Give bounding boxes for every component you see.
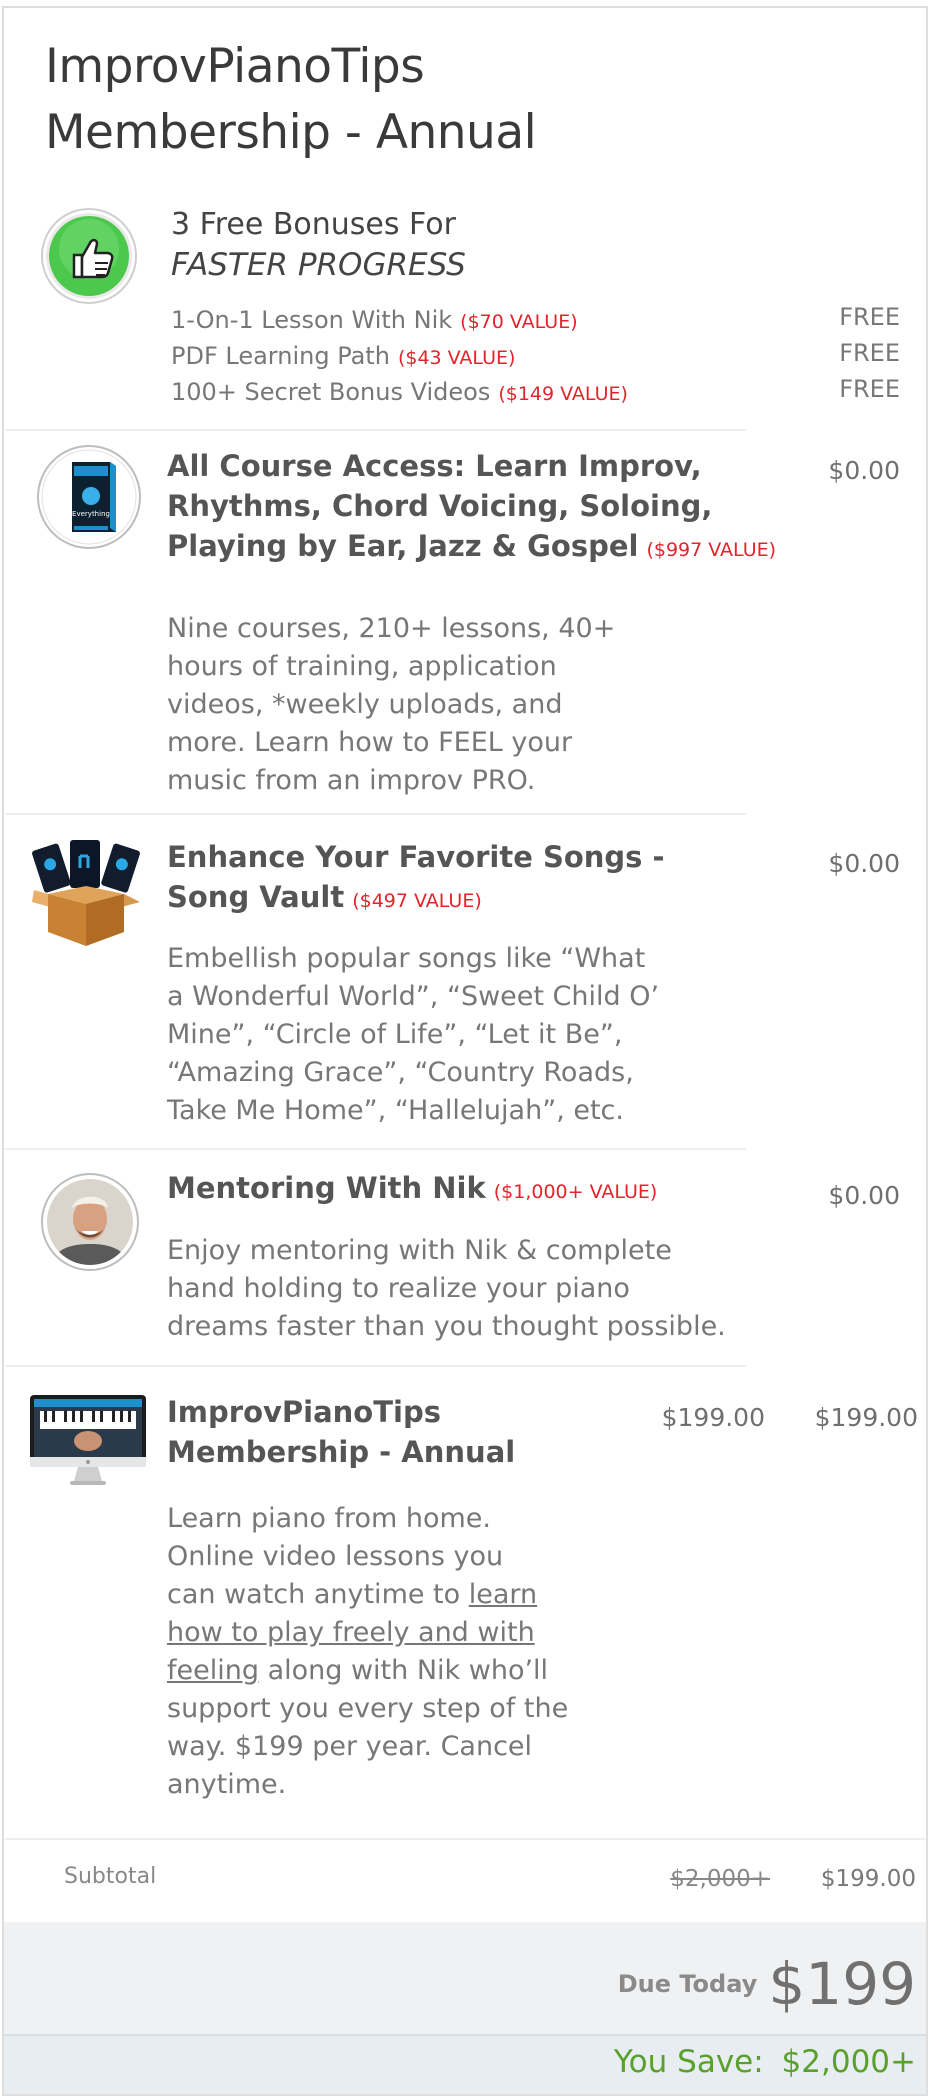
- desc-line: a Wonderful World”, “Sweet Child O’: [167, 981, 660, 1012]
- item-title: All Course Access: Learn Improv, Rhythms…: [167, 446, 776, 570]
- item-title-line: Membership - Annual: [167, 1435, 516, 1469]
- item-value: ($997 VALUE): [646, 539, 777, 561]
- desc-line: more. Learn how to FEEL your: [167, 727, 573, 758]
- item-description: Enjoy mentoring with Nik & complete hand…: [167, 1232, 726, 1346]
- due-today-label: Due Today: [617, 1970, 758, 1998]
- course-box-icon: Everything: [36, 444, 142, 550]
- desc-line: feeling along with Nik who’ll: [167, 1652, 568, 1690]
- desc-text: can watch anytime to: [167, 1579, 469, 1610]
- bonus-item: 1-On-1 Lesson With Nik ($70 VALUE): [171, 303, 578, 339]
- due-today: Due Today $199: [600, 1950, 916, 2018]
- item-price: $0.00: [828, 1181, 900, 1210]
- bonus-item-price: FREE: [839, 339, 900, 367]
- desc-line: Enjoy mentoring with Nik & complete: [167, 1235, 672, 1266]
- desc-line: Online video lessons you: [167, 1541, 504, 1572]
- desc-line: support you every step of the: [167, 1693, 569, 1724]
- item-title: Mentoring With Nik ($1,000+ VALUE): [167, 1168, 657, 1212]
- item-title: ImprovPianoTips Membership - Annual: [167, 1392, 515, 1472]
- bonus-item-label: PDF Learning Path: [171, 342, 390, 370]
- song-vault-box-icon: [30, 838, 142, 950]
- desc-line: Take Me Home”, “Hallelujah”, etc.: [167, 1095, 624, 1126]
- item-value: ($497 VALUE): [352, 890, 482, 912]
- bonus-item-label: 1-On-1 Lesson With Nik: [171, 306, 453, 334]
- desc-line: “Amazing Grace”, “Country Roads,: [167, 1057, 634, 1088]
- desc-line: way. $199 per year. Cancel: [167, 1731, 533, 1762]
- desc-line: hand holding to realize your piano: [167, 1273, 630, 1304]
- desc-line: Nine courses, 210+ lessons, 40+: [167, 613, 616, 644]
- item-title-line: All Course Access: Learn Improv,: [167, 449, 702, 483]
- divider: [5, 813, 746, 815]
- bonus-item-label: 100+ Secret Bonus Videos: [171, 378, 491, 406]
- you-save-amount: $2,000+: [781, 2044, 916, 2080]
- item-description: Embellish popular songs like “What a Won…: [167, 940, 659, 1130]
- mentor-avatar-icon: [40, 1172, 140, 1272]
- thumbs-up-icon: [40, 207, 138, 305]
- bonus-item: 100+ Secret Bonus Videos ($149 VALUE): [171, 375, 628, 411]
- desc-line: hours of training, application: [167, 651, 557, 682]
- item-value: ($1,000+ VALUE): [493, 1181, 658, 1203]
- item-title-line: ImprovPianoTips: [167, 1395, 441, 1429]
- desc-line: dreams faster than you thought possible.: [167, 1311, 726, 1342]
- bonus-item: PDF Learning Path ($43 VALUE): [171, 339, 515, 375]
- title-line-2: Membership - Annual: [45, 105, 537, 160]
- page-title: ImprovPianoTips Membership - Annual: [45, 34, 537, 166]
- item-price: $0.00: [828, 849, 900, 878]
- bonus-item-value: ($43 VALUE): [397, 347, 516, 369]
- desc-line: Learn piano from home.: [167, 1503, 491, 1534]
- bonus-item-price: FREE: [839, 303, 900, 331]
- learn-link[interactable]: how to play freely and with: [167, 1617, 535, 1648]
- svg-text:Everything: Everything: [72, 510, 110, 518]
- item-title-line: Rhythms, Chord Voicing, Soloing,: [167, 489, 713, 523]
- item-description: Nine courses, 210+ lessons, 40+ hours of…: [167, 610, 615, 800]
- item-title: Enhance Your Favorite Songs - Song Vault…: [167, 837, 665, 921]
- bonus-item-value: ($149 VALUE): [498, 383, 628, 405]
- item-unit-price: $199.00: [661, 1403, 765, 1432]
- item-title-line: Mentoring With Nik: [167, 1171, 486, 1205]
- bonus-heading-italic: FASTER PROGRESS: [171, 247, 466, 283]
- bonus-item-value: ($70 VALUE): [460, 311, 578, 333]
- subtotal-label: Subtotal: [64, 1864, 157, 1889]
- divider: [5, 1148, 746, 1150]
- item-price: $0.00: [828, 456, 900, 485]
- item-title-line: Song Vault: [167, 880, 345, 914]
- subtotal-original: $2,000+: [670, 1866, 770, 1892]
- desc-line: Mine”, “Circle of Life”, “Let it Be”,: [167, 1019, 623, 1050]
- item-title-line: Playing by Ear, Jazz & Gospel: [167, 529, 639, 563]
- bonus-heading: 3 Free Bonuses For FASTER PROGRESS: [171, 205, 466, 285]
- desc-line: music from an improv PRO.: [167, 765, 536, 796]
- divider: [5, 429, 746, 431]
- desc-text: along with Nik who’ll: [258, 1655, 549, 1686]
- imac-icon: [30, 1395, 146, 1491]
- desc-line: how to play freely and with: [167, 1614, 568, 1652]
- divider: [5, 1838, 925, 1840]
- learn-link[interactable]: feeling: [167, 1655, 259, 1686]
- subtotal-amount: $199.00: [820, 1866, 916, 1892]
- desc-line: anytime.: [167, 1769, 287, 1800]
- learn-link[interactable]: learn: [469, 1579, 537, 1610]
- desc-line: Embellish popular songs like “What: [167, 943, 646, 974]
- due-today-amount: $199: [768, 1950, 916, 2018]
- desc-line: can watch anytime to learn: [167, 1576, 568, 1614]
- item-description: Learn piano from home. Online video less…: [167, 1500, 568, 1804]
- you-save-label: You Save:: [613, 2044, 764, 2080]
- title-line-1: ImprovPianoTips: [45, 39, 425, 94]
- bonus-heading-line: 3 Free Bonuses For: [171, 207, 456, 242]
- item-title-line: Enhance Your Favorite Songs -: [167, 840, 665, 874]
- divider: [5, 1365, 746, 1367]
- desc-line: videos, *weekly uploads, and: [167, 689, 563, 720]
- bonus-item-price: FREE: [839, 375, 900, 403]
- you-save: You Save: $2,000+: [560, 2044, 916, 2080]
- item-price: $199.00: [814, 1403, 918, 1432]
